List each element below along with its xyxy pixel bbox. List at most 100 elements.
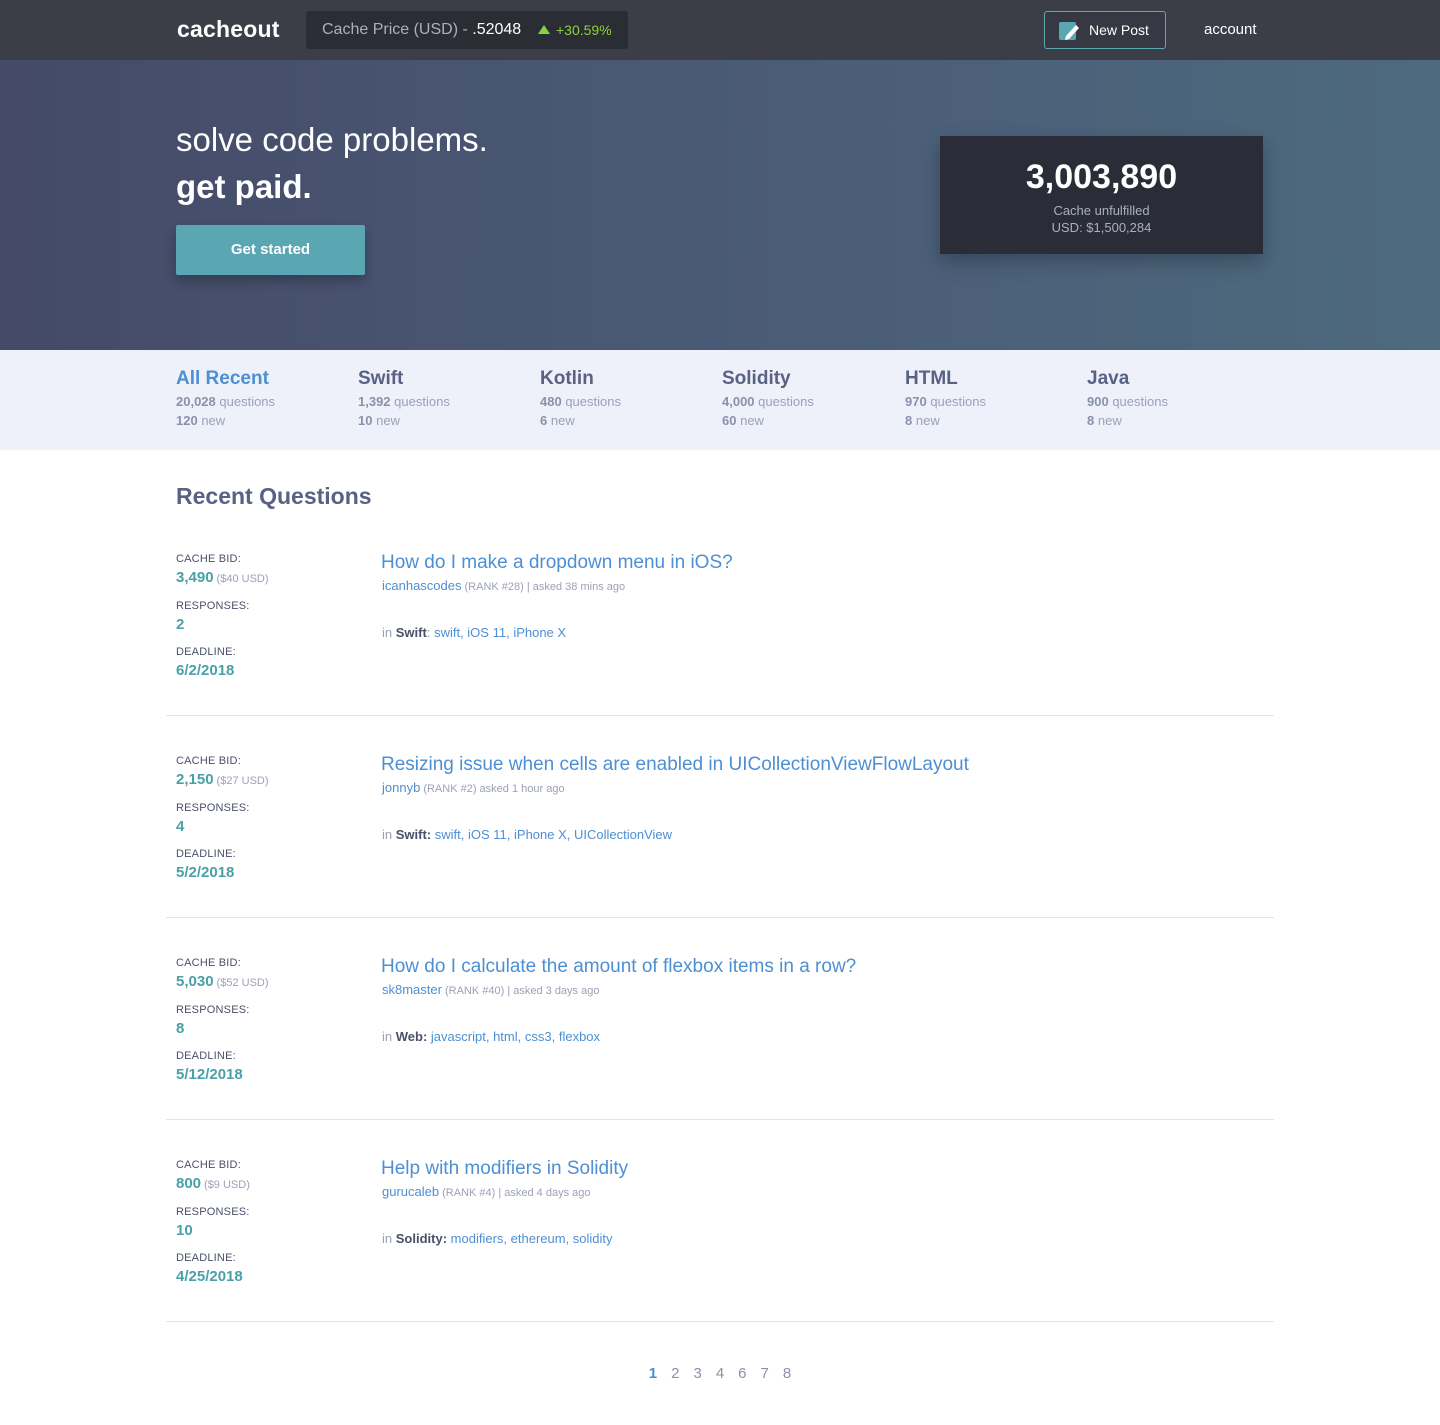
- cache-bid-amount: 2,150: [176, 771, 214, 788]
- cache-stats-card: 3,003,890 Cache unfulfilled USD: $1,500,…: [940, 136, 1263, 254]
- account-link[interactable]: account: [1204, 21, 1257, 38]
- cache-bid-value: 800 ($9 USD): [176, 1175, 250, 1192]
- question-title-link[interactable]: How do I calculate the amount of flexbox…: [381, 956, 856, 978]
- responses-label: RESPONSES:: [176, 600, 250, 612]
- tag-link[interactable]: modifiers: [451, 1231, 504, 1246]
- question-category[interactable]: Web:: [396, 1029, 428, 1044]
- author-rank-time: (RANK #4) | asked 4 days ago: [442, 1187, 591, 1199]
- question-row: CACHE BID: 2,150 ($27 USD) RESPONSES: 4 DEADL…: [166, 716, 1274, 918]
- tag-link[interactable]: UICollectionView: [574, 827, 672, 842]
- tag-separator: ,: [517, 1029, 525, 1044]
- category-new-count: 8 new: [1087, 413, 1122, 428]
- question-title-link[interactable]: Help with modifiers in Solidity: [381, 1158, 628, 1180]
- responses-value: 8: [176, 1020, 185, 1037]
- question-tags: in Swift: swift, iOS 11, iPhone X, UICol…: [382, 827, 672, 842]
- category-solidity[interactable]: Solidity 4,000 questions 60 new: [722, 368, 892, 438]
- category-html[interactable]: HTML 970 questions 8 new: [905, 368, 1075, 438]
- question-category[interactable]: Swift:: [396, 827, 431, 842]
- deadline-value: 5/12/2018: [176, 1066, 243, 1083]
- cache-unfulfilled-usd: USD: $1,500,284: [1051, 220, 1152, 235]
- category-all-recent[interactable]: All Recent 20,028 questions 120 new: [176, 368, 346, 438]
- question-byline: gurucaleb (RANK #4) | asked 4 days ago: [382, 1184, 591, 1199]
- top-navbar: cacheout Cache Price (USD) - .52048 +30.…: [0, 0, 1440, 60]
- author-link[interactable]: icanhascodes: [382, 578, 462, 593]
- category-question-count: 480 questions: [540, 394, 621, 409]
- tag-link[interactable]: solidity: [573, 1231, 613, 1246]
- in-label: in: [382, 827, 393, 842]
- tag-link[interactable]: html: [493, 1029, 518, 1044]
- cache-bid-label: CACHE BID:: [176, 553, 241, 565]
- tag-link[interactable]: css3: [525, 1029, 552, 1044]
- cache-unfulfilled-count: 3,003,890: [1025, 158, 1178, 196]
- page-link[interactable]: 2: [671, 1365, 679, 1382]
- page-link[interactable]: 7: [761, 1365, 769, 1382]
- tag-link[interactable]: flexbox: [559, 1029, 600, 1044]
- hero-banner: solve code problems. get paid. Get start…: [0, 60, 1440, 350]
- tag-separator: ,: [566, 827, 575, 842]
- cache-bid-label: CACHE BID:: [176, 957, 241, 969]
- in-label: in: [382, 1029, 393, 1044]
- category-name: Swift: [358, 368, 404, 389]
- question-title-link[interactable]: Resizing issue when cells are enabled in…: [381, 754, 969, 776]
- cache-bid-usd: ($27 USD): [216, 775, 269, 787]
- category-new-count: 6 new: [540, 413, 575, 428]
- tag-link[interactable]: swift: [435, 827, 461, 842]
- category-question-count: 970 questions: [905, 394, 986, 409]
- tag-link[interactable]: iOS 11: [468, 827, 507, 842]
- category-kotlin[interactable]: Kotlin 480 questions 6 new: [540, 368, 710, 438]
- responses-label: RESPONSES:: [176, 802, 250, 814]
- question-row: CACHE BID: 800 ($9 USD) RESPONSES: 10 DEADLIN…: [166, 1120, 1274, 1322]
- page-link[interactable]: 6: [738, 1365, 746, 1382]
- ticker-label-text: Cache Price (USD) -: [322, 21, 473, 38]
- question-category[interactable]: Solidity:: [396, 1231, 447, 1246]
- responses-value: 4: [176, 818, 185, 835]
- author-link[interactable]: sk8master: [382, 982, 442, 997]
- category-question-count: 20,028 questions: [176, 394, 276, 409]
- category-name: Solidity: [722, 368, 791, 389]
- tag-link[interactable]: iOS 11: [467, 625, 506, 640]
- question-byline: jonnyb (RANK #2) asked 1 hour ago: [382, 780, 565, 795]
- page-link[interactable]: 8: [783, 1365, 791, 1382]
- tag-separator: ,: [503, 1231, 511, 1246]
- category-new-count: 8 new: [905, 413, 940, 428]
- responses-value: 2: [176, 616, 185, 633]
- question-tags: in Web: javascript, html, css3, flexbox: [382, 1029, 600, 1044]
- cache-bid-amount: 3,490: [176, 569, 214, 586]
- tag-separator: ,: [506, 827, 515, 842]
- cache-bid-usd: ($52 USD): [216, 977, 269, 989]
- page-link[interactable]: 4: [716, 1365, 724, 1382]
- page-link[interactable]: 3: [693, 1365, 701, 1382]
- brand-logo[interactable]: cacheout: [177, 16, 280, 43]
- category-question-count: 1,392 questions: [358, 394, 450, 409]
- responses-value: 10: [176, 1222, 193, 1239]
- deadline-value: 4/25/2018: [176, 1268, 243, 1285]
- tag-link[interactable]: ethereum: [511, 1231, 566, 1246]
- category-separator: :: [426, 625, 431, 640]
- cache-bid-value: 5,030 ($52 USD): [176, 973, 269, 990]
- deadline-label: DEADLINE:: [176, 848, 236, 860]
- tag-link[interactable]: iPhone X: [514, 827, 567, 842]
- recent-questions-heading: Recent Questions: [176, 483, 372, 509]
- get-started-button[interactable]: Get started: [176, 225, 365, 275]
- question-category[interactable]: Swift: [396, 625, 427, 640]
- cache-bid-usd: ($9 USD): [204, 1179, 250, 1191]
- category-swift[interactable]: Swift 1,392 questions 10 new: [358, 368, 528, 438]
- category-java[interactable]: Java 900 questions 8 new: [1087, 368, 1257, 438]
- tag-link[interactable]: iPhone X: [513, 625, 566, 640]
- author-rank-time: (RANK #28) | asked 38 mins ago: [464, 581, 626, 593]
- tag-separator: ,: [460, 827, 468, 842]
- cache-price-ticker: Cache Price (USD) - .52048 +30.59%: [306, 11, 628, 49]
- deadline-value: 6/2/2018: [176, 662, 235, 679]
- question-title-link[interactable]: How do I make a dropdown menu in iOS?: [381, 552, 733, 574]
- page-link[interactable]: 1: [649, 1365, 657, 1382]
- tag-link[interactable]: swift: [434, 625, 460, 640]
- category-name: Java: [1087, 368, 1130, 389]
- new-post-button[interactable]: New Post: [1044, 11, 1166, 49]
- ticker-value: .52048: [472, 21, 522, 38]
- author-link[interactable]: jonnyb: [382, 780, 420, 795]
- deadline-value: 5/2/2018: [176, 864, 235, 881]
- tag-link[interactable]: javascript: [431, 1029, 486, 1044]
- category-new-count: 120 new: [176, 413, 226, 428]
- new-post-label: New Post: [1089, 22, 1149, 38]
- author-link[interactable]: gurucaleb: [382, 1184, 439, 1199]
